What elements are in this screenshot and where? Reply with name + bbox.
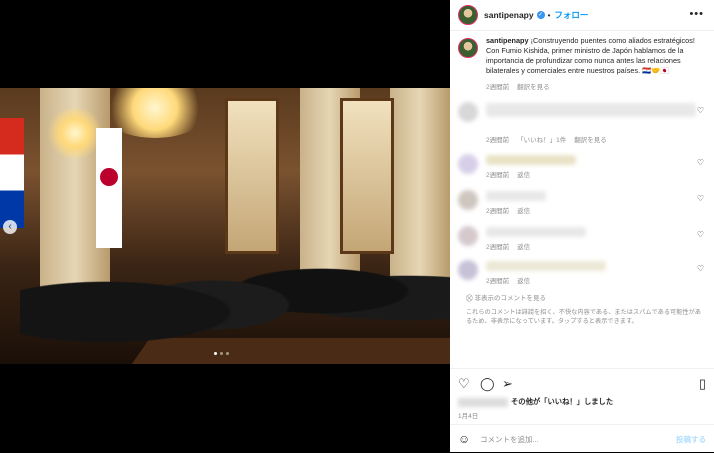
comment-item: 2週間前 返信 ♡	[458, 258, 708, 286]
comment-item: 2週間前 返信 ♡	[458, 152, 708, 180]
post-header: santipenapy ✓ • フォロー •••	[450, 0, 714, 31]
heart-icon[interactable]: ♡	[458, 376, 470, 392]
post-media: ‹	[0, 0, 450, 452]
comment-item: 2週間前 「いいね！」1件 翻訳を見る ♡	[458, 100, 708, 144]
translate-link[interactable]: 翻訳を見る	[517, 84, 550, 91]
caption-username[interactable]: santipenapy	[486, 36, 529, 45]
paraguay-flag	[0, 118, 24, 228]
emoji-icon[interactable]: ☺	[458, 432, 470, 446]
hidden-icon: ⛒	[466, 295, 473, 302]
heart-icon[interactable]: ♡	[697, 106, 704, 115]
heart-icon[interactable]: ♡	[697, 230, 704, 239]
heart-icon[interactable]: ♡	[697, 158, 704, 167]
comment-item: 2週間前 返信 ♡	[458, 224, 708, 252]
username-link[interactable]: santipenapy	[484, 10, 534, 20]
likes-summary[interactable]: その他が「いいね！」しました	[458, 397, 613, 407]
hidden-comments-note: これらのコメントは誹謗を招く、不快な内容である、またはスパムである可能性があるた…	[466, 309, 701, 325]
post-panel: santipenapy ✓ • フォロー ••• santipenapy ¡Co…	[450, 0, 714, 452]
post-date: 1月4日	[458, 413, 479, 420]
chevron-left-icon[interactable]: ‹	[3, 220, 17, 234]
action-bar: ♡ ◯ ➢ ▯	[450, 368, 714, 399]
reply-link[interactable]: 返信	[517, 208, 530, 215]
heart-icon[interactable]: ♡	[697, 194, 704, 203]
share-icon[interactable]: ➢	[502, 376, 513, 392]
comment-item: 2週間前 返信 ♡	[458, 188, 708, 216]
comment-icon[interactable]: ◯	[480, 376, 495, 392]
comment-likes[interactable]: 「いいね！」1件	[517, 137, 566, 144]
show-hidden-comments-button[interactable]: ⛒ 非表示のコメントを見る	[466, 292, 546, 303]
heart-icon[interactable]: ♡	[697, 264, 704, 273]
caption-text: santipenapy ¡Construyendo puentes como a…	[486, 36, 695, 75]
carousel-dots	[214, 352, 229, 355]
follow-button[interactable]: フォロー	[554, 9, 588, 21]
bookmark-icon[interactable]: ▯	[699, 376, 706, 392]
comment-input[interactable]: コメントを追加...	[480, 434, 539, 445]
caption-avatar[interactable]	[458, 38, 478, 58]
verified-icon: ✓	[536, 11, 545, 19]
caption: santipenapy ¡Construyendo puentes como a…	[458, 36, 708, 91]
post-comment-button[interactable]: 投稿する	[676, 434, 706, 445]
translate-link[interactable]: 翻訳を見る	[574, 137, 607, 144]
add-comment-bar: ☺ コメントを追加... 投稿する	[450, 424, 714, 453]
reply-link[interactable]: 返信	[517, 244, 530, 251]
more-icon[interactable]: •••	[689, 8, 704, 20]
reply-link[interactable]: 返信	[517, 172, 530, 179]
post-photo	[0, 88, 450, 364]
caption-meta: 2週間前 翻訳を見る	[486, 84, 550, 91]
avatar[interactable]	[458, 5, 478, 25]
reply-link[interactable]: 返信	[517, 278, 530, 285]
